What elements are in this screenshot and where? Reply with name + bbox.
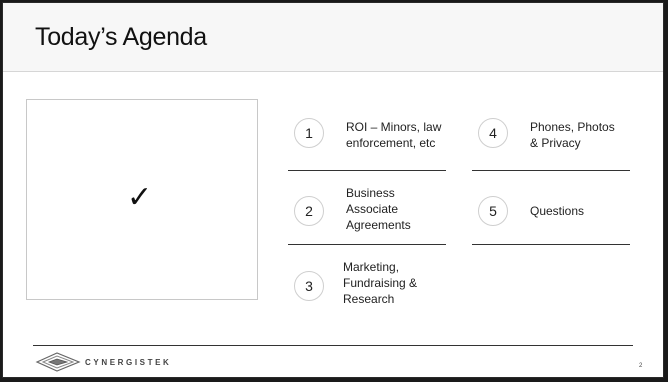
item-label-line: Questions	[530, 204, 585, 218]
separator-line	[288, 170, 446, 171]
item-label-line: Phones, Photos	[530, 120, 615, 134]
company-logo: CYNERGISTEK	[35, 351, 185, 373]
item-label-line: Research	[343, 292, 395, 306]
item-label: Questions	[530, 203, 650, 219]
item-number-badge: 5	[478, 196, 508, 226]
item-label: ROI – Minors, law enforcement, etc	[346, 119, 466, 151]
item-label-line: Agreements	[346, 218, 411, 232]
slide-title: Today’s Agenda	[35, 23, 207, 51]
item-label-line: ROI – Minors, law	[346, 120, 442, 134]
item-label: Phones, Photos & Privacy	[530, 119, 650, 151]
check-icon: ✓	[127, 180, 153, 215]
item-number-badge: 1	[294, 118, 324, 148]
slide: Today’s Agenda ✓ 1 ROI – Minors, law enf…	[2, 2, 664, 378]
item-number-badge: 2	[294, 196, 324, 226]
item-label-line: enforcement, etc	[346, 136, 436, 150]
item-label: Business Associate Agreements	[346, 185, 456, 233]
checkmark-panel: ✓	[26, 99, 258, 300]
item-label-line: Associate	[346, 202, 399, 216]
separator-line	[288, 244, 446, 245]
item-number-badge: 3	[294, 271, 324, 301]
separator-line	[472, 170, 630, 171]
item-label-line: Fundraising &	[343, 276, 418, 290]
item-label: Marketing, Fundraising & Research	[343, 259, 463, 307]
logo-mark-icon	[35, 352, 81, 372]
logo-text: CYNERGISTEK	[85, 358, 172, 367]
separator-line	[472, 244, 630, 245]
footer-divider	[33, 345, 633, 346]
page-number: 2	[639, 363, 643, 369]
item-number-badge: 4	[478, 118, 508, 148]
item-label-line: Business	[346, 186, 395, 200]
item-label-line: Marketing,	[343, 260, 400, 274]
item-label-line: & Privacy	[530, 136, 581, 150]
